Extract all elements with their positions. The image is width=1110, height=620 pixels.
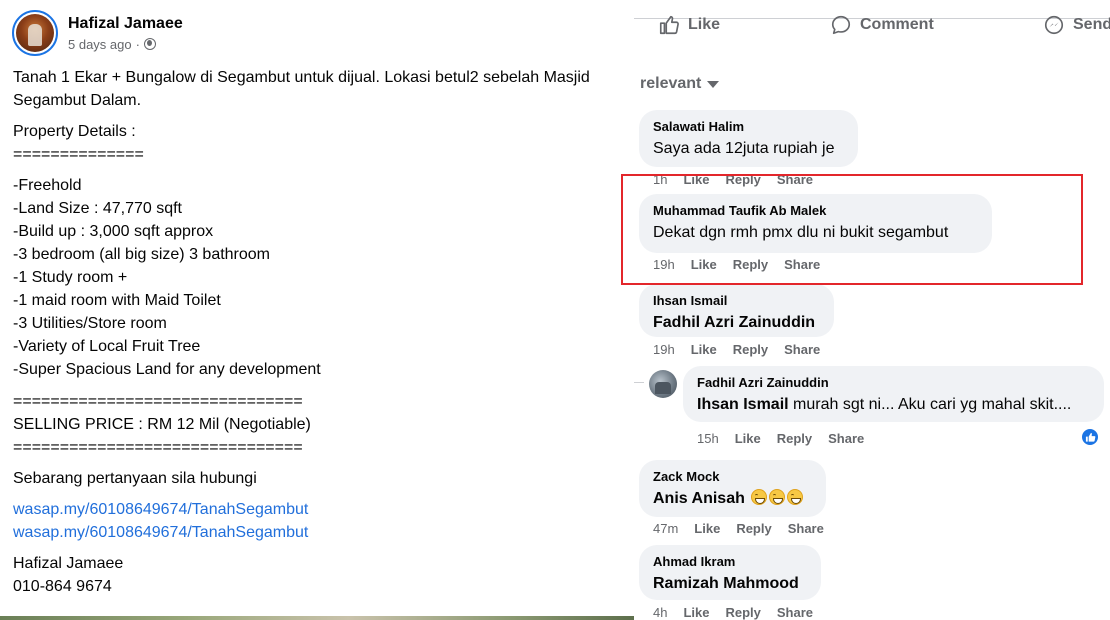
detail-item: -Variety of Local Fruit Tree — [13, 338, 201, 355]
author-avatar[interactable] — [12, 10, 58, 56]
whatsapp-link[interactable]: wasap.my/60108649674/TanahSegambut — [13, 521, 633, 544]
commenter-name[interactable]: Salawati Halim — [653, 118, 844, 136]
comment-share-link[interactable]: Share — [788, 521, 824, 536]
commenter-name[interactable]: Ahmad Ikram — [653, 553, 807, 571]
commenter-name[interactable]: Fadhil Azri Zainuddin — [697, 374, 1090, 392]
comment-actions: 47m Like Reply Share — [653, 521, 824, 536]
commenter-name[interactable]: Zack Mock — [653, 468, 812, 486]
comment-reply-link[interactable]: Reply — [725, 605, 760, 620]
grinning-emoji-icon — [751, 489, 768, 505]
comment-time[interactable]: 15h — [697, 431, 719, 446]
comment-time[interactable]: 47m — [653, 521, 678, 536]
comment-like-link[interactable]: Like — [735, 431, 761, 446]
contact-name: Hafizal Jamaee — [13, 555, 124, 572]
comment-time[interactable]: 4h — [653, 605, 667, 620]
comment-mention[interactable]: Ihsan Ismail — [697, 396, 789, 413]
send-label: Send — [1073, 16, 1110, 33]
comment-bubble: Zack Mock Anis Anisah — [639, 460, 826, 517]
detail-item: -3 Utilities/Store room — [13, 315, 167, 332]
send-button[interactable]: Send — [1043, 14, 1110, 36]
details-heading: Property Details : — [13, 123, 136, 140]
comment-actions: 19h Like Reply Share — [653, 342, 820, 357]
comment-button[interactable]: Comment — [830, 14, 934, 36]
comment-bubble: Fadhil Azri Zainuddin Ihsan Ismail murah… — [683, 366, 1104, 422]
detail-item: -3 bedroom (all big size) 3 bathroom — [13, 246, 271, 263]
comment-bubble-icon — [830, 14, 852, 36]
like-button[interactable]: Like — [658, 14, 720, 36]
detail-item: -1 Study room + — [13, 269, 128, 286]
divider-text: =============================== — [13, 439, 303, 456]
comment-mention[interactable]: Ramizah Mahmood — [653, 573, 807, 595]
comment-mention[interactable]: Anis Anisah — [653, 490, 745, 507]
post-time[interactable]: 5 days ago — [68, 37, 132, 52]
comment-bubble: Ihsan Ismail Fadhil Azri Zainuddin — [639, 284, 834, 337]
grinning-emoji-icon — [769, 489, 786, 505]
comment-mention[interactable]: Fadhil Azri Zainuddin — [653, 312, 820, 334]
comment-reply-link[interactable]: Reply — [777, 431, 812, 446]
contact-prompt: Sebarang pertanyaan sila hubungi — [13, 470, 257, 487]
comment-share-link[interactable]: Share — [828, 431, 864, 446]
post-panel: Hafizal Jamaee 5 days ago · Tanah 1 Ekar… — [0, 0, 634, 620]
thumbs-up-icon — [1085, 432, 1095, 442]
comment-like-link[interactable]: Like — [683, 605, 709, 620]
detail-item: -Build up : 3,000 sqft approx — [13, 223, 214, 240]
commenter-name[interactable]: Ihsan Ismail — [653, 292, 820, 310]
comment-share-link[interactable]: Share — [777, 605, 813, 620]
like-label: Like — [688, 16, 721, 33]
post-line: Tanah 1 Ekar + Bungalow di Segambut untu… — [13, 69, 590, 86]
comment-text: Saya ada 12juta rupiah je — [653, 140, 835, 157]
grinning-emoji-icon — [787, 489, 804, 505]
comments-panel: Like Comment Send relevant Salawati Hali… — [634, 0, 1110, 620]
comment-time[interactable]: 19h — [653, 342, 675, 357]
messenger-icon — [1043, 14, 1065, 36]
author-name[interactable]: Hafizal Jamaee — [68, 15, 183, 33]
post-header: Hafizal Jamaee 5 days ago · — [12, 10, 183, 56]
divider-text: =============================== — [13, 393, 303, 410]
comment-reply-link[interactable]: Reply — [733, 342, 768, 357]
detail-item: -1 maid room with Maid Toilet — [13, 292, 221, 309]
comment-reply-link[interactable]: Reply — [736, 521, 771, 536]
detail-item: -Super Spacious Land for any development — [13, 361, 321, 378]
chevron-down-icon — [707, 80, 720, 88]
commenter-avatar[interactable] — [649, 370, 677, 398]
post-photo-strip[interactable] — [0, 616, 634, 620]
detail-item: -Freehold — [13, 177, 82, 194]
globe-icon — [143, 38, 156, 50]
comment-like-link[interactable]: Like — [691, 342, 717, 357]
sort-label: relevant — [640, 75, 702, 92]
comment-sort-dropdown[interactable]: relevant — [640, 75, 720, 93]
thumbs-up-icon — [658, 14, 680, 36]
contact-phone: 010-864 9674 — [13, 578, 112, 595]
divider-text: ============== — [13, 146, 144, 163]
whatsapp-link[interactable]: wasap.my/60108649674/TanahSegambut — [13, 498, 633, 521]
comment-share-link[interactable]: Share — [784, 342, 820, 357]
thread-line — [634, 382, 644, 383]
comment-label: Comment — [860, 16, 934, 33]
meta-separator: · — [135, 36, 140, 52]
reaction-like-badge[interactable] — [1080, 427, 1100, 447]
highlight-box — [621, 174, 1083, 285]
post-line: Segambut Dalam. — [13, 92, 142, 109]
comment-like-link[interactable]: Like — [694, 521, 720, 536]
post-text: Tanah 1 Ekar + Bungalow di Segambut untu… — [13, 66, 633, 598]
comment-text: murah sgt ni... Aku cari yg mahal skit..… — [788, 396, 1072, 413]
comment-actions: 4h Like Reply Share — [653, 605, 813, 620]
comment-bubble: Ahmad Ikram Ramizah Mahmood — [639, 545, 821, 600]
comment-actions: 15h Like Reply Share — [697, 431, 864, 446]
detail-item: -Land Size : 47,770 sqft — [13, 200, 182, 217]
selling-price: SELLING PRICE : RM 12 Mil (Negotiable) — [13, 416, 311, 433]
comment-bubble: Salawati Halim Saya ada 12juta rupiah je — [639, 110, 858, 167]
